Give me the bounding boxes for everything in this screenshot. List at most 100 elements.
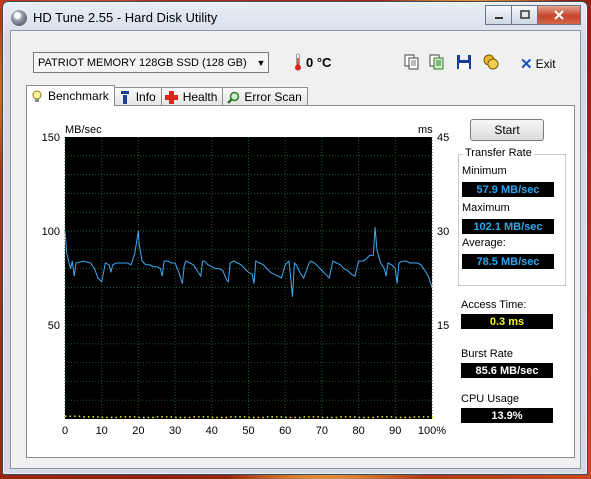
y-tick-label: 100 bbox=[42, 226, 60, 238]
access-time-point bbox=[133, 416, 136, 418]
close-button[interactable] bbox=[537, 5, 581, 25]
copy-all-button[interactable] bbox=[427, 52, 447, 72]
x-tick-label: 50 bbox=[242, 425, 254, 437]
access-time-point bbox=[198, 416, 200, 418]
access-time-point bbox=[271, 416, 273, 418]
cpu-usage-label: CPU Usage bbox=[461, 393, 520, 405]
x-tick-label: 10 bbox=[96, 425, 108, 437]
tab-health[interactable]: Health bbox=[160, 87, 224, 106]
tab-error-scan[interactable]: Error Scan bbox=[222, 87, 308, 106]
access-time-point bbox=[340, 416, 342, 418]
access-time-point bbox=[120, 416, 122, 418]
temperature-readout: 0 °C bbox=[306, 55, 332, 70]
start-button[interactable]: Start bbox=[470, 119, 544, 141]
options-button[interactable] bbox=[481, 52, 501, 72]
x-tick-label: 0 bbox=[62, 425, 68, 437]
access-time-point bbox=[239, 416, 241, 418]
tab-strip: Benchmark Info Health Error Scan bbox=[26, 85, 308, 106]
app-window: HD Tune 2.55 - Hard Disk Utility PATRIOT… bbox=[2, 1, 588, 475]
x-tick-label: 30 bbox=[169, 425, 181, 437]
access-time-point bbox=[124, 416, 127, 418]
y2-tick-label: 45 bbox=[437, 132, 449, 144]
access-time-point bbox=[367, 416, 370, 419]
y2-axis-unit: ms bbox=[418, 124, 433, 136]
access-time-point bbox=[216, 416, 218, 419]
title-bar[interactable]: HD Tune 2.55 - Hard Disk Utility bbox=[3, 2, 587, 30]
burst-rate-label: Burst Rate bbox=[461, 348, 513, 360]
save-button[interactable] bbox=[454, 52, 474, 72]
access-time-point bbox=[138, 416, 140, 419]
access-time-point bbox=[101, 416, 104, 419]
access-time-point bbox=[156, 416, 159, 418]
access-time-point bbox=[97, 416, 99, 418]
y2-tick-label: 15 bbox=[437, 320, 449, 332]
minimize-button[interactable] bbox=[485, 5, 512, 25]
access-time-point bbox=[376, 416, 379, 418]
access-time-point bbox=[285, 416, 287, 419]
access-time-point bbox=[78, 415, 81, 417]
x-tick-label: 60 bbox=[279, 425, 291, 437]
close-icon bbox=[554, 10, 564, 20]
exit-button[interactable]: ✕ Exit bbox=[520, 55, 556, 73]
tab-info[interactable]: Info bbox=[113, 87, 162, 106]
maximize-button[interactable] bbox=[511, 5, 538, 25]
access-time-point bbox=[106, 416, 108, 419]
access-time-point bbox=[248, 416, 250, 419]
cpu-usage-value: 13.9% bbox=[461, 408, 553, 423]
access-time-point bbox=[409, 416, 411, 419]
access-time-point bbox=[110, 416, 113, 419]
average-label: Average: bbox=[462, 237, 506, 249]
access-time-point bbox=[298, 416, 301, 419]
x-tick-label: 20 bbox=[132, 425, 144, 437]
access-time-point bbox=[294, 416, 296, 419]
lightbulb-icon bbox=[30, 89, 44, 103]
access-time-point bbox=[395, 416, 397, 419]
drive-select[interactable]: PATRIOT MEMORY 128GB SSD (128 GB) ▼ bbox=[33, 52, 269, 73]
client-area: PATRIOT MEMORY 128GB SSD (128 GB) ▼ 0 °C bbox=[10, 30, 581, 469]
window-title: HD Tune 2.55 - Hard Disk Utility bbox=[33, 10, 218, 25]
tab-benchmark[interactable]: Benchmark bbox=[26, 85, 115, 106]
access-time-point bbox=[83, 416, 85, 418]
access-time-point bbox=[257, 416, 260, 419]
health-cross-icon bbox=[165, 90, 179, 104]
transfer-rate-title: Transfer Rate bbox=[463, 147, 534, 159]
tab-benchmark-label: Benchmark bbox=[48, 89, 109, 103]
access-time-point bbox=[386, 416, 388, 418]
access-time-point bbox=[335, 416, 338, 419]
access-time-point bbox=[399, 416, 402, 419]
access-time-point bbox=[179, 416, 182, 419]
access-time-point bbox=[165, 416, 168, 418]
access-time-point bbox=[184, 416, 186, 419]
transfer-rate-chart: MB/sec ms150100504530150 10 20 30 40 50 60 70 80 9… bbox=[42, 124, 450, 437]
access-time-point bbox=[331, 416, 333, 419]
access-time-point bbox=[390, 416, 393, 418]
access-time-point bbox=[276, 416, 278, 418]
access-time-point bbox=[312, 416, 315, 418]
floppy-disk-icon bbox=[457, 55, 471, 69]
access-time-point bbox=[152, 416, 154, 419]
y-tick-label: 150 bbox=[42, 132, 60, 144]
access-time-point bbox=[69, 415, 72, 417]
app-icon bbox=[11, 10, 27, 26]
access-time-point bbox=[202, 416, 205, 418]
access-time-point bbox=[115, 416, 117, 419]
copy-icon bbox=[404, 54, 419, 70]
access-time-point bbox=[147, 416, 150, 419]
access-time-point bbox=[207, 416, 209, 418]
access-time-point bbox=[225, 416, 228, 419]
access-time-point bbox=[161, 416, 163, 418]
x-tick-label: 90 bbox=[389, 425, 401, 437]
info-icon bbox=[118, 90, 132, 104]
x-tick-label: 70 bbox=[316, 425, 328, 437]
access-time-point bbox=[280, 416, 283, 418]
magnifier-icon bbox=[226, 90, 240, 104]
minimum-label: Minimum bbox=[462, 165, 507, 177]
access-time-point bbox=[422, 416, 425, 418]
copy-info-button[interactable] bbox=[402, 52, 422, 72]
access-time-point bbox=[326, 416, 328, 419]
access-time-point bbox=[234, 416, 237, 418]
access-time-point bbox=[321, 416, 324, 419]
maximum-label: Maximum bbox=[462, 202, 510, 214]
y2-tick-label: 30 bbox=[437, 226, 449, 238]
access-time-point bbox=[65, 415, 67, 417]
